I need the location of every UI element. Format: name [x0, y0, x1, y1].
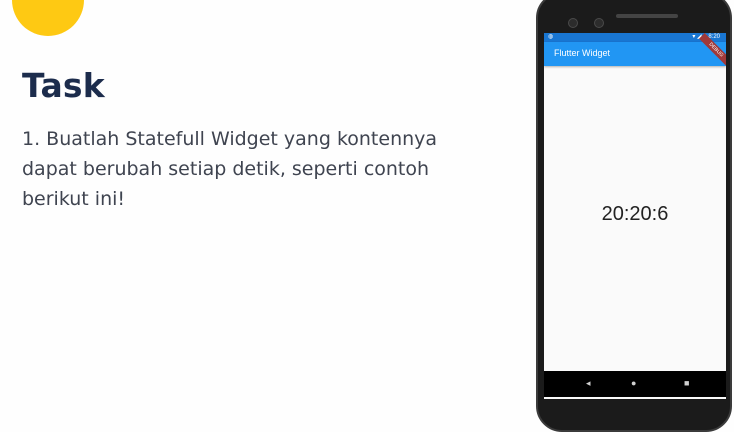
slide-title: Task	[22, 66, 105, 105]
sensor-icon	[594, 18, 604, 28]
app-bar-title: Flutter Widget	[554, 48, 611, 58]
clock-text: 20:20:6	[601, 203, 669, 225]
app-bar: Flutter Widget DEBUG	[544, 33, 726, 67]
phone-screen: ◍ ▾ ◢ ▮ 8:20 Flutter Widget DEBUG 20:20:…	[544, 33, 726, 399]
task-instruction: 1. Buatlah Statefull Widget yang kontenn…	[22, 128, 438, 210]
wifi-icon: ▾	[692, 34, 696, 40]
decorative-circle	[12, 0, 84, 36]
notification-icon: ◍	[548, 34, 554, 40]
front-camera-icon	[568, 18, 578, 28]
phone-speaker	[616, 14, 678, 18]
home-circle-icon[interactable]: ●	[631, 378, 636, 388]
android-nav-bar: ◂ ● ■	[544, 371, 726, 397]
back-triangle-icon[interactable]: ◂	[586, 378, 591, 389]
phone-mockup: ◍ ▾ ◢ ▮ 8:20 Flutter Widget DEBUG 20:20:…	[536, 0, 732, 432]
recent-square-icon[interactable]: ■	[684, 378, 689, 388]
